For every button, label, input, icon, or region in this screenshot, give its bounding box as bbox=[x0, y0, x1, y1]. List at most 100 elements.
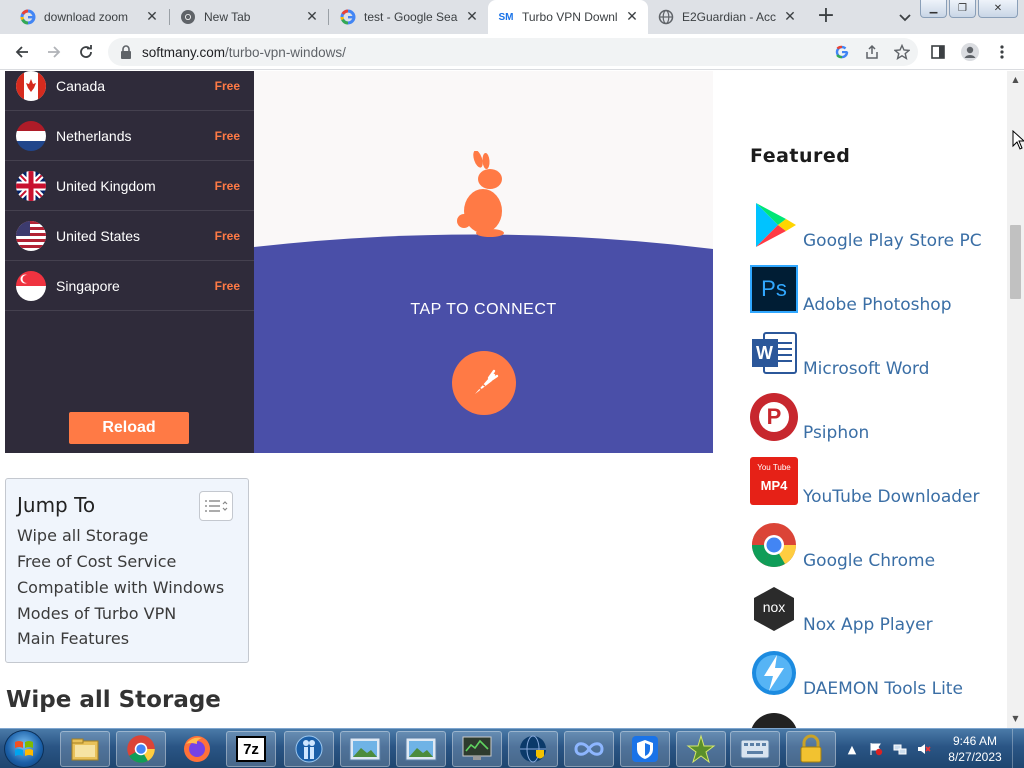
people-icon bbox=[295, 735, 323, 763]
taskbar-star-tool[interactable] bbox=[676, 731, 726, 767]
show-desktop-button[interactable] bbox=[1012, 729, 1024, 768]
taskbar-7zip[interactable]: 7z bbox=[226, 731, 276, 767]
taskbar-chrome[interactable] bbox=[116, 731, 166, 767]
toc-title: Jump To bbox=[17, 493, 96, 517]
taskbar-lock[interactable] bbox=[786, 731, 836, 767]
carrot-icon bbox=[475, 369, 499, 394]
free-badge: Free bbox=[214, 178, 240, 193]
tab-download-zoom[interactable]: download zoom ✕ bbox=[10, 0, 168, 34]
toc-link[interactable]: Compatible with Windows bbox=[17, 578, 224, 597]
country-row-united-states[interactable]: United States Free bbox=[5, 211, 254, 261]
featured-link[interactable]: Google Play Store PC bbox=[803, 231, 982, 251]
close-icon[interactable]: ✕ bbox=[144, 9, 160, 25]
taskbar-file-explorer[interactable] bbox=[60, 731, 110, 767]
chrome-icon bbox=[127, 735, 155, 763]
action-center-flag-icon[interactable] bbox=[868, 741, 884, 757]
toc-link[interactable]: Main Features bbox=[17, 629, 129, 648]
scroll-down-arrow-icon[interactable]: ▼ bbox=[1011, 714, 1020, 723]
featured-link[interactable]: DAEMON Tools Lite bbox=[803, 679, 963, 699]
profile-avatar[interactable] bbox=[958, 40, 982, 64]
address-bar[interactable]: softmany.com/turbo-vpn-windows/ bbox=[108, 38, 918, 66]
taskbar-people[interactable] bbox=[284, 731, 334, 767]
tap-to-connect-label: TAP TO CONNECT bbox=[410, 301, 557, 318]
taskbar-shield[interactable] bbox=[620, 731, 670, 767]
taskbar-globe-shield[interactable] bbox=[508, 731, 558, 767]
featured-link[interactable]: YouTube Downloader bbox=[803, 487, 979, 507]
star-icon[interactable] bbox=[892, 42, 912, 62]
back-button[interactable] bbox=[10, 40, 34, 64]
rabbit-icon bbox=[457, 151, 504, 237]
tab-title: E2Guardian - Acc bbox=[682, 10, 776, 24]
forward-button[interactable] bbox=[42, 40, 66, 64]
page-scrollbar[interactable]: ▲ ▼ bbox=[1007, 71, 1024, 728]
close-icon[interactable]: ✕ bbox=[624, 9, 640, 25]
featured-item[interactable]: W Microsoft Word bbox=[750, 329, 1000, 389]
google-lens-icon[interactable] bbox=[832, 42, 852, 62]
featured-heading: Featured bbox=[750, 145, 851, 167]
country-row-canada[interactable]: Canada Free bbox=[5, 71, 254, 111]
lock-icon bbox=[800, 734, 822, 763]
country-row-netherlands[interactable]: Netherlands Free bbox=[5, 111, 254, 161]
psiphon-icon-letter: P bbox=[759, 402, 789, 432]
featured-link[interactable]: Adobe Photoshop bbox=[803, 295, 952, 315]
close-window-button[interactable]: ✕ bbox=[978, 0, 1018, 18]
minimize-button[interactable]: ▁ bbox=[920, 0, 947, 18]
toc-link[interactable]: Modes of Turbo VPN bbox=[17, 604, 176, 623]
tab-turbo-vpn[interactable]: SM Turbo VPN Downl ✕ bbox=[488, 0, 648, 34]
taskbar-picture-viewer-2[interactable] bbox=[396, 731, 446, 767]
canada-flag-icon bbox=[16, 71, 46, 101]
us-flag-icon bbox=[16, 220, 46, 251]
toc-link[interactable]: Free of Cost Service bbox=[17, 552, 176, 571]
featured-item[interactable]: Google Chrome bbox=[750, 521, 1000, 581]
tab-e2guardian[interactable]: E2Guardian - Acc ✕ bbox=[648, 0, 806, 34]
system-clock[interactable]: 9:46 AM 8/27/2023 bbox=[940, 733, 1010, 765]
start-button[interactable] bbox=[4, 730, 44, 768]
scrollbar-thumb[interactable] bbox=[1010, 225, 1021, 299]
featured-item[interactable]: You Tube MP4 YouTube Downloader bbox=[750, 457, 1000, 517]
featured-item[interactable]: DAEMON Tools Lite bbox=[750, 649, 1000, 709]
close-icon[interactable]: ✕ bbox=[304, 9, 320, 25]
chevron-down-icon[interactable] bbox=[896, 8, 914, 26]
featured-link[interactable]: Microsoft Word bbox=[803, 359, 929, 379]
taskbar-firefox[interactable] bbox=[172, 731, 222, 767]
list-toggle-icon bbox=[205, 500, 228, 512]
featured-link[interactable]: Psiphon bbox=[803, 423, 869, 443]
featured-item[interactable]: nox Nox App Player bbox=[750, 585, 1000, 645]
country-name: Netherlands bbox=[56, 127, 132, 144]
tab-google-search[interactable]: test - Google Sea ✕ bbox=[330, 0, 488, 34]
featured-item[interactable]: Google Play Store PC bbox=[750, 201, 1000, 261]
close-icon[interactable]: ✕ bbox=[782, 9, 798, 25]
featured-link[interactable]: Google Chrome bbox=[803, 551, 935, 571]
volume-muted-icon[interactable] bbox=[916, 741, 932, 757]
close-icon[interactable]: ✕ bbox=[464, 9, 480, 25]
taskbar-infinity[interactable] bbox=[564, 731, 614, 767]
featured-item[interactable]: P Psiphon bbox=[750, 393, 1000, 453]
network-icon[interactable] bbox=[892, 741, 908, 757]
connect-button[interactable] bbox=[452, 351, 516, 415]
country-name: Canada bbox=[56, 77, 106, 94]
featured-link[interactable]: Nox App Player bbox=[803, 615, 933, 635]
chevron-up-icon[interactable]: ▲ bbox=[844, 741, 860, 757]
country-row-united-kingdom[interactable]: United Kingdom Free bbox=[5, 161, 254, 211]
reload-page-button[interactable] bbox=[74, 40, 98, 64]
toc-link[interactable]: Wipe all Storage bbox=[17, 526, 148, 545]
windows-taskbar: 7z ▲ 9:46 AM 8/27/2023 bbox=[0, 728, 1024, 768]
restore-button[interactable]: ❐ bbox=[949, 0, 976, 18]
reload-button[interactable]: Reload bbox=[69, 412, 189, 444]
taskbar-picture-viewer-1[interactable] bbox=[340, 731, 390, 767]
mp4-icon-text: MP4 bbox=[760, 478, 788, 493]
vpn-connect-panel: TAP TO CONNECT bbox=[254, 71, 713, 453]
country-row-singapore[interactable]: Singapore Free bbox=[5, 261, 254, 311]
chrome-icon bbox=[180, 9, 196, 25]
psiphon-icon: P bbox=[750, 393, 798, 441]
taskbar-monitor[interactable] bbox=[452, 731, 502, 767]
taskbar-keyboard[interactable] bbox=[730, 731, 780, 767]
new-tab-button[interactable]: + bbox=[814, 5, 838, 29]
tab-new-tab[interactable]: New Tab ✕ bbox=[170, 0, 328, 34]
scroll-up-arrow-icon[interactable]: ▲ bbox=[1011, 75, 1020, 84]
featured-item[interactable]: Ps Adobe Photoshop bbox=[750, 265, 1000, 325]
more-menu-icon[interactable] bbox=[990, 40, 1014, 64]
share-icon[interactable] bbox=[862, 42, 882, 62]
side-panel-icon[interactable] bbox=[926, 40, 950, 64]
toc-toggle-button[interactable] bbox=[199, 491, 233, 521]
